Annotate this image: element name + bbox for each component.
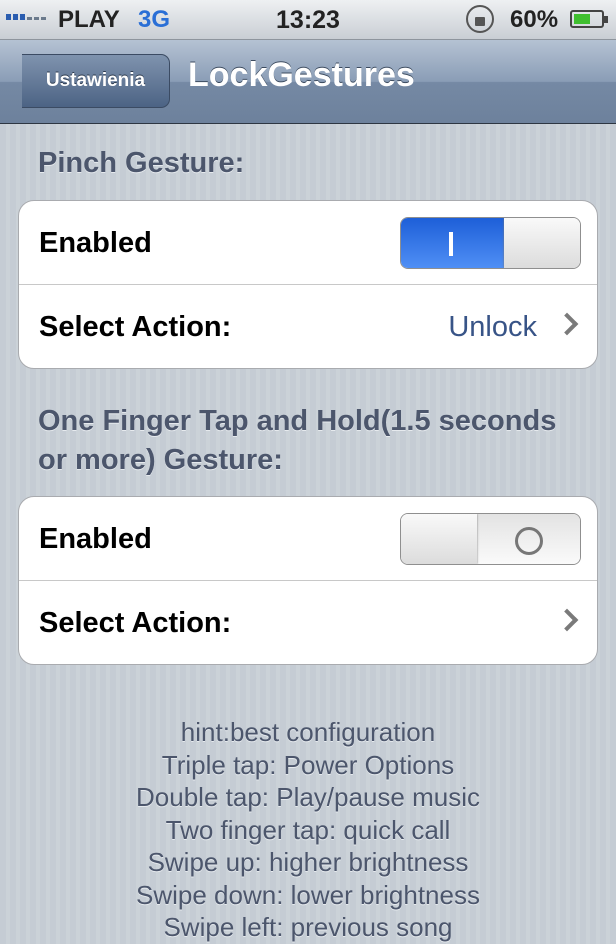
section-header-pinch: Pinch Gesture:	[38, 147, 245, 179]
navigation-bar: Ustawienia LockGestures	[0, 40, 616, 124]
switch-knob	[504, 218, 580, 268]
pinch-enabled-toggle[interactable]	[400, 217, 581, 269]
enabled-label: Enabled	[39, 227, 152, 259]
back-button-label: Ustawienia	[45, 70, 146, 91]
switch-off-track	[477, 514, 580, 564]
chevron-right-icon	[555, 608, 579, 632]
hint-line: Swipe up: higher brightness	[147, 847, 469, 877]
hint-line: Triple tap: Power Options	[161, 749, 455, 780]
status-bar: PLAY 3G 13:23 60%	[0, 0, 616, 40]
select-action-row[interactable]: Select Action:	[19, 580, 597, 664]
tap-hold-enabled-toggle[interactable]	[400, 513, 581, 565]
select-action-value: Unlock	[448, 311, 537, 343]
hint-text: hint:best configuration Triple tap: Power…	[0, 716, 616, 944]
settings-group-pinch: Enabled Select Action: Unlock	[18, 200, 598, 369]
select-action-label: Select Action:	[39, 311, 232, 343]
hint-line: hint:best configuration	[180, 717, 436, 747]
select-action-row[interactable]: Select Action: Unlock	[19, 284, 597, 368]
page-title: LockGestures	[188, 56, 415, 94]
settings-group-tap-hold: Enabled Select Action:	[18, 496, 598, 665]
enabled-row: Enabled	[19, 497, 597, 580]
back-button[interactable]: Ustawienia	[0, 53, 170, 110]
rotation-lock-icon	[466, 5, 494, 33]
hint-line: Two finger tap: quick call	[165, 814, 451, 845]
hint-line: Swipe left: previous song	[163, 912, 453, 942]
enabled-label: Enabled	[39, 523, 152, 555]
switch-knob	[401, 514, 477, 564]
select-action-label: Select Action:	[39, 607, 232, 639]
enabled-row: Enabled	[19, 201, 597, 284]
switch-on-mark	[449, 232, 453, 256]
battery-icon	[570, 10, 608, 28]
hint-line: Swipe down: lower brightness	[136, 879, 480, 910]
switch-on-track	[401, 218, 505, 268]
section-header-tap-hold: One Finger Tap and Hold(1.5 seconds or m…	[38, 405, 557, 476]
hint-line: Double tap: Play/pause music	[136, 782, 480, 812]
switch-off-mark	[515, 527, 543, 555]
chevron-right-icon	[555, 312, 579, 336]
battery-percent: 60%	[510, 6, 559, 33]
